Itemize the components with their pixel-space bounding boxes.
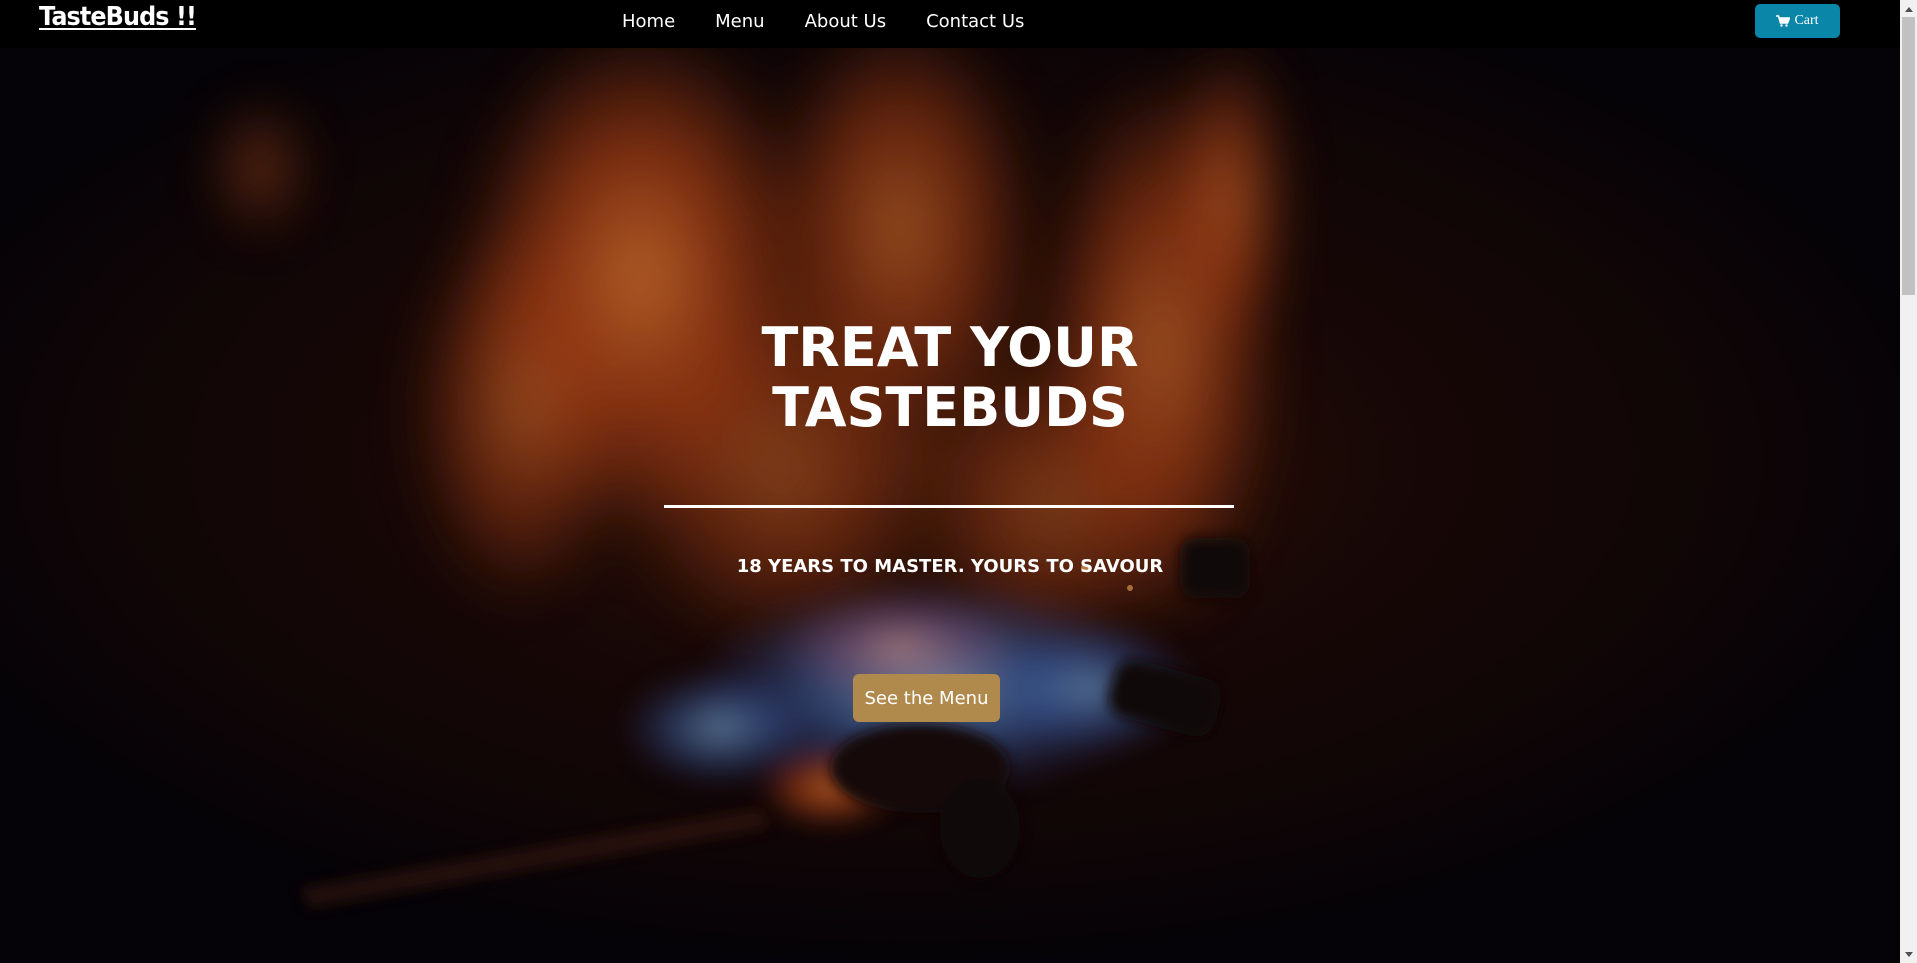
nav-links: Home Menu About Us Contact Us (622, 11, 1064, 32)
scrollbar-thumb[interactable] (1902, 17, 1915, 295)
scroll-down-arrow-icon[interactable] (1900, 946, 1917, 963)
scroll-up-arrow-icon[interactable] (1900, 0, 1917, 17)
hero-title: TREAT YOUR TASTEBUDS (640, 318, 1260, 438)
nav-link-contact-us[interactable]: Contact Us (926, 11, 1024, 32)
hero-subtitle: 18 YEARS TO MASTER. YOURS TO SAVOUR (736, 556, 1164, 577)
hero-title-line2: TASTEBUDS (772, 376, 1128, 439)
cart-button[interactable]: Cart (1755, 4, 1840, 38)
hero-title-line1: TREAT YOUR (761, 316, 1139, 379)
nav-link-menu[interactable]: Menu (715, 11, 764, 32)
shopping-cart-icon (1776, 15, 1791, 27)
top-navbar: TasteBuds !! Home Menu About Us Contact … (0, 0, 1900, 48)
brand-logo-link[interactable]: TasteBuds !! (39, 2, 197, 32)
nav-link-home[interactable]: Home (622, 11, 675, 32)
hero-section: TREAT YOUR TASTEBUDS 18 YEARS TO MASTER.… (0, 48, 1900, 963)
cart-label: Cart (1794, 13, 1819, 28)
vertical-scrollbar[interactable] (1900, 0, 1917, 963)
see-the-menu-button[interactable]: See the Menu (853, 674, 1000, 722)
hero-divider (664, 505, 1234, 508)
page: TREAT YOUR TASTEBUDS 18 YEARS TO MASTER.… (0, 0, 1917, 963)
nav-link-about-us[interactable]: About Us (805, 11, 887, 32)
